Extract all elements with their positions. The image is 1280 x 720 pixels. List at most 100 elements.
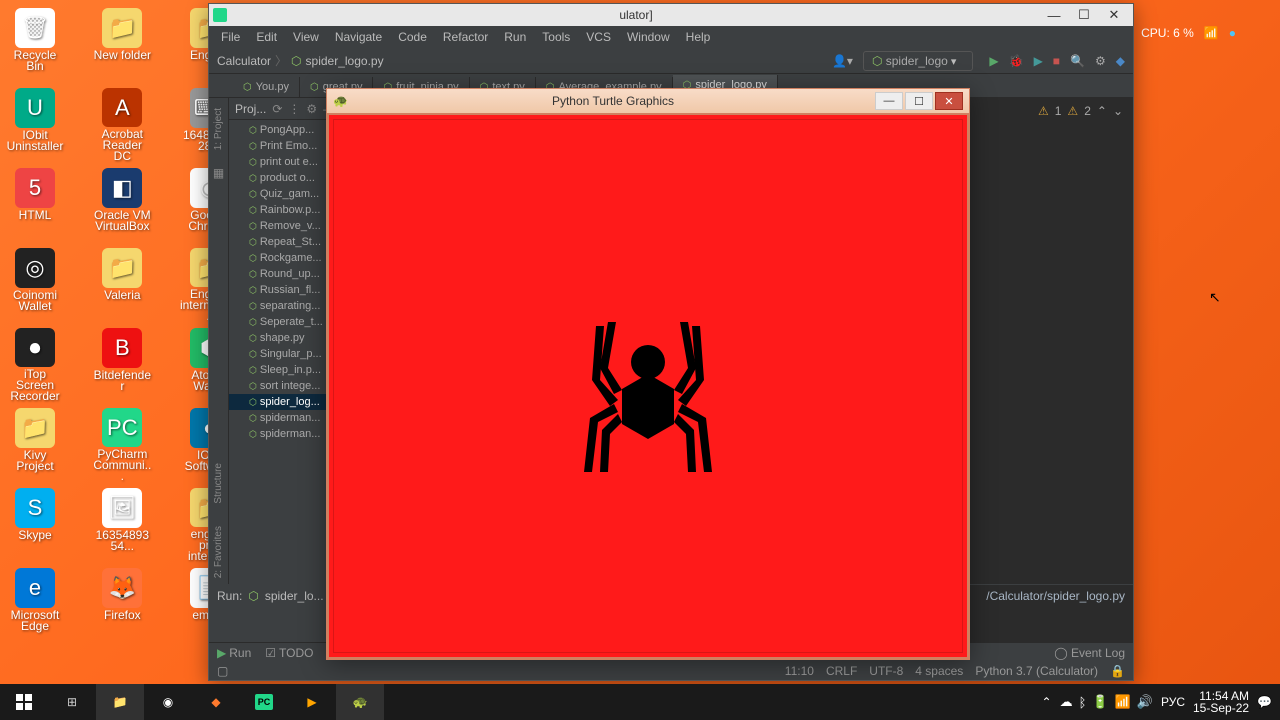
favorites-tool-button[interactable]: 2: Favorites (213, 520, 224, 584)
project-file[interactable]: ⬡print out e... (229, 154, 332, 170)
menu-file[interactable]: File (215, 28, 246, 46)
tray-language[interactable]: РУС (1161, 695, 1185, 709)
desktop-icon[interactable]: 📁Kivy Project (4, 404, 66, 482)
desktop-icon[interactable]: PCPyCharm Communi... (91, 404, 153, 482)
desktop-icon[interactable]: eMicrosoft Edge (4, 564, 66, 642)
structure-icon[interactable]: ▦ (213, 166, 224, 180)
desktop-icon[interactable]: ⏺iTop Screen Recorder (4, 324, 66, 402)
project-file[interactable]: ⬡Repeat_St... (229, 234, 332, 250)
project-file[interactable]: ⬡Remove_v... (229, 218, 332, 234)
menu-edit[interactable]: Edit (250, 28, 283, 46)
desktop-icon[interactable]: SSkype (4, 484, 66, 562)
breadcrumb-file[interactable]: spider_logo.py (306, 54, 384, 68)
inspection-indicator[interactable]: ⚠1 ⚠2 ⌃⌄ (1038, 104, 1123, 118)
taskview-button[interactable]: ⊞ (48, 684, 96, 720)
project-file[interactable]: ⬡Round_up... (229, 266, 332, 282)
desktop-icon[interactable]: 📁Valeria (91, 244, 153, 322)
project-file[interactable]: ⬡spider_log... (229, 394, 332, 410)
indent-info[interactable]: 4 spaces (915, 664, 963, 678)
project-settings-icon[interactable]: ⚙ (306, 102, 317, 116)
settings-icon[interactable]: ⚙ (1095, 54, 1106, 68)
turtle-maximize-button[interactable]: ☐ (905, 92, 933, 110)
project-file[interactable]: ⬡spiderman... (229, 410, 332, 426)
caret-position[interactable]: 11:10 (785, 664, 814, 678)
menu-window[interactable]: Window (621, 28, 676, 46)
desktop-icon[interactable]: 🗑Recycle Bin (4, 4, 66, 82)
project-file[interactable]: ⬡Rockgame... (229, 250, 332, 266)
tray-volume-icon[interactable]: 🔊 (1137, 694, 1153, 710)
explorer-taskbar-icon[interactable]: 📁 (96, 684, 144, 720)
tray-bluetooth-icon[interactable]: ᛒ (1079, 695, 1087, 710)
tray-wifi-icon[interactable]: 📶 (1115, 694, 1131, 710)
turtle-minimize-button[interactable]: — (875, 92, 903, 110)
lock-icon[interactable]: 🔒 (1110, 664, 1125, 678)
minimize-button[interactable]: — (1039, 5, 1069, 25)
desktop-icon[interactable]: 5HTML (4, 164, 66, 242)
desktop-icon[interactable]: 🖼1635489354... (91, 484, 153, 562)
tray-clock[interactable]: 11:54 AM 15-Sep-22 (1193, 690, 1249, 714)
desktop-icon[interactable]: BBitdefender (91, 324, 153, 402)
status-indicator-icon[interactable]: ▢ (217, 664, 228, 678)
start-button[interactable] (0, 684, 48, 720)
tray-notifications-icon[interactable]: 💬 (1257, 695, 1272, 709)
project-file[interactable]: ⬡sort intege... (229, 378, 332, 394)
pycharm-titlebar[interactable]: ulator] — ☐ ✕ (209, 4, 1133, 26)
project-file[interactable]: ⬡spiderman... (229, 426, 332, 442)
project-file[interactable]: ⬡Singular_p... (229, 346, 332, 362)
desktop-icon[interactable]: ◎Coinomi Wallet (4, 244, 66, 322)
turtle-titlebar[interactable]: 🐢 Python Turtle Graphics — ☐ ✕ (327, 89, 969, 113)
desktop-icon[interactable]: 🦊Firefox (91, 564, 153, 642)
turtle-close-button[interactable]: ✕ (935, 92, 963, 110)
menu-run[interactable]: Run (498, 28, 532, 46)
breadcrumb-root[interactable]: Calculator (217, 54, 271, 68)
media-taskbar-icon[interactable]: ▶ (288, 684, 336, 720)
desktop-icon[interactable]: UIObit Uninstaller (4, 84, 66, 162)
desktop-icon[interactable]: 📁New folder (91, 4, 153, 82)
project-file[interactable]: ⬡Seperate_t... (229, 314, 332, 330)
run-icon[interactable]: ▶ (989, 54, 998, 68)
project-file[interactable]: ⬡Russian_fl... (229, 282, 332, 298)
updates-icon[interactable]: ◆ (1116, 54, 1125, 68)
project-file[interactable]: ⬡shape.py (229, 330, 332, 346)
menu-navigate[interactable]: Navigate (329, 28, 388, 46)
tray-battery-icon[interactable]: 🔋 (1092, 694, 1108, 710)
structure-tool-button[interactable]: Structure (213, 457, 224, 510)
interpreter-info[interactable]: Python 3.7 (Calculator) (975, 664, 1098, 678)
todo-tab-button[interactable]: ☑ TODO (265, 646, 313, 660)
debug-icon[interactable]: 🐞 (1009, 54, 1024, 68)
desktop-icon[interactable]: ◧Oracle VM VirtualBox (91, 164, 153, 242)
menu-vcs[interactable]: VCS (580, 28, 617, 46)
eventlog-button[interactable]: ◯ Event Log (1054, 646, 1125, 660)
tray-onedrive-icon[interactable]: ☁ (1060, 694, 1073, 710)
stop-icon[interactable]: ■ (1053, 54, 1060, 68)
project-file[interactable]: ⬡product o... (229, 170, 332, 186)
line-separator[interactable]: CRLF (826, 664, 857, 678)
app-taskbar-icon[interactable]: ◆ (192, 684, 240, 720)
project-file[interactable]: ⬡PongApp... (229, 122, 332, 138)
menu-refactor[interactable]: Refactor (437, 28, 494, 46)
close-button[interactable]: ✕ (1099, 5, 1129, 25)
pycharm-taskbar-icon[interactable]: PC (240, 684, 288, 720)
project-file[interactable]: ⬡Quiz_gam... (229, 186, 332, 202)
project-file[interactable]: ⬡Sleep_in.p... (229, 362, 332, 378)
search-icon[interactable]: 🔍 (1070, 54, 1085, 68)
maximize-button[interactable]: ☐ (1069, 5, 1099, 25)
coverage-icon[interactable]: ▶ (1034, 54, 1043, 68)
menu-code[interactable]: Code (392, 28, 433, 46)
run-tab-button[interactable]: ▶ Run (217, 646, 251, 660)
project-sync-icon[interactable]: ⟳ (272, 102, 282, 116)
run-config-selector[interactable]: ⬡ spider_logo ▾ (863, 51, 973, 71)
project-tool-button[interactable]: 1: Project (213, 102, 224, 156)
chrome-taskbar-icon[interactable]: ◉ (144, 684, 192, 720)
project-file[interactable]: ⬡separating... (229, 298, 332, 314)
project-file[interactable]: ⬡Rainbow.p... (229, 202, 332, 218)
user-icon[interactable]: 👤▾ (832, 54, 853, 68)
tray-chevron-icon[interactable]: ⌃ (1042, 695, 1052, 709)
project-file[interactable]: ⬡Print Emo... (229, 138, 332, 154)
desktop-icon[interactable]: AAcrobat Reader DC (91, 84, 153, 162)
menu-tools[interactable]: Tools (536, 28, 576, 46)
turtle-taskbar-icon[interactable]: 🐢 (336, 684, 384, 720)
file-encoding[interactable]: UTF-8 (869, 664, 903, 678)
editor-tab[interactable]: ⬡You.py (233, 77, 300, 97)
project-collapse-icon[interactable]: ⋮ (288, 102, 300, 116)
